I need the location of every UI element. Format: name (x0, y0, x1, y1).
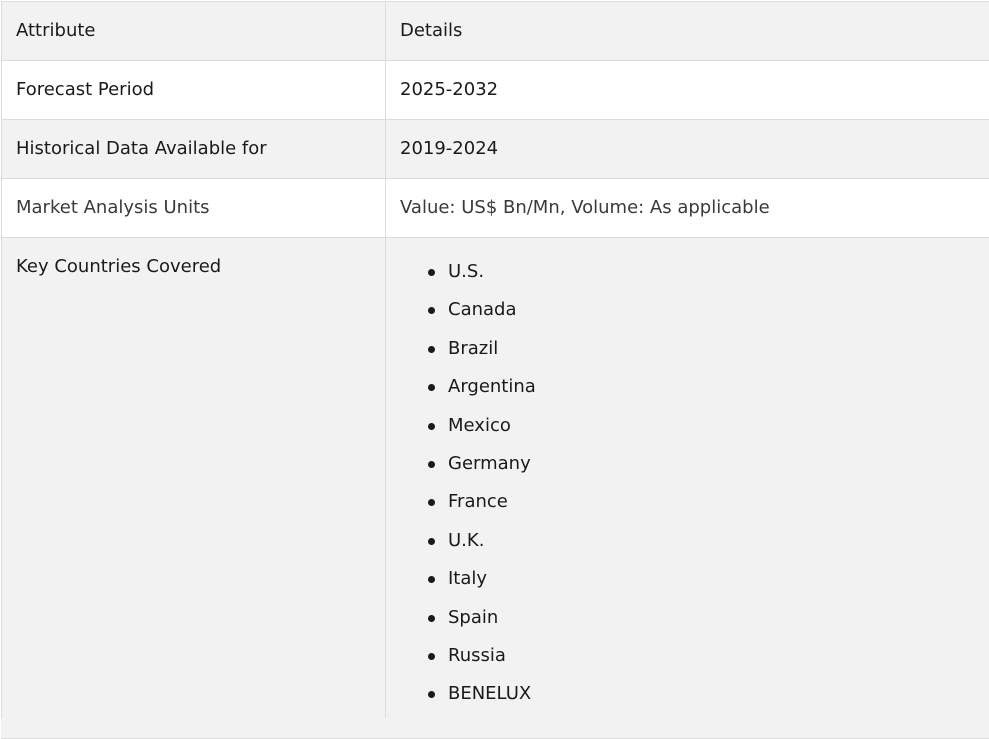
country-label: Spain (448, 606, 499, 628)
table-row-market-analysis-units: Market Analysis Units Value: US$ Bn/Mn, … (1, 179, 989, 238)
list-item: BENELUX (428, 682, 975, 720)
details-cell: Value: US$ Bn/Mn, Volume: As applicable (400, 197, 770, 218)
countries-cell: U.S. Canada Brazil Argentina Mexico Germ… (386, 238, 989, 738)
bullet-icon (428, 652, 435, 660)
countries-list: U.S. Canada Brazil Argentina Mexico Germ… (400, 260, 975, 721)
country-label: Italy (448, 568, 488, 590)
list-item: Argentina (428, 375, 975, 413)
details-cell: 2025-2032 (400, 79, 499, 100)
list-item: Canada (428, 298, 975, 336)
country-label: U.S. (448, 261, 485, 282)
table-header-row: Attribute Details (1, 2, 989, 61)
market-attributes-table: Attribute Details Forecast Period 2025-2… (1, 1, 989, 739)
table-row-key-countries: Key Countries Covered U.S. Canada Brazil… (1, 238, 989, 739)
country-label: Argentina (448, 376, 536, 398)
bullet-icon (428, 499, 435, 507)
header-details: Details (400, 20, 463, 41)
bullet-icon (428, 691, 435, 699)
bullet-icon (428, 537, 435, 545)
bullet-icon (428, 460, 435, 468)
bullet-icon (428, 576, 435, 584)
list-item: Brazil (428, 337, 975, 375)
list-item: U.K. (428, 529, 975, 567)
attribute-cell: Forecast Period (1, 61, 386, 119)
list-item: Spain (428, 606, 975, 644)
bullet-icon (428, 307, 435, 315)
country-label: France (448, 491, 508, 513)
list-item: Russia (428, 644, 975, 682)
list-item: Mexico (428, 414, 975, 452)
list-item: Italy (428, 567, 975, 605)
country-label: U.K. (448, 529, 485, 551)
list-item: France (428, 490, 975, 528)
country-label: BENELUX (448, 683, 532, 705)
attribute-cell: Key Countries Covered (1, 238, 386, 718)
country-label: Brazil (448, 337, 499, 359)
country-label: Germany (448, 452, 531, 474)
details-cell: 2019-2024 (400, 138, 499, 159)
country-label: Mexico (448, 414, 511, 436)
table-row-historical-data: Historical Data Available for 2019-2024 (1, 120, 989, 179)
attribute-cell: Market Analysis Units (1, 179, 386, 237)
country-label: Russia (448, 644, 506, 666)
table-row-forecast-period: Forecast Period 2025-2032 (1, 61, 989, 120)
list-item: U.S. (428, 260, 975, 298)
bullet-icon (428, 422, 435, 430)
bullet-icon (428, 384, 435, 392)
attribute-cell: Historical Data Available for (1, 120, 386, 178)
list-item: Germany (428, 452, 975, 490)
bullet-icon (428, 614, 435, 622)
bullet-icon (428, 269, 435, 276)
country-label: Canada (448, 299, 517, 321)
header-attribute: Attribute (1, 2, 386, 60)
bullet-icon (428, 345, 435, 353)
